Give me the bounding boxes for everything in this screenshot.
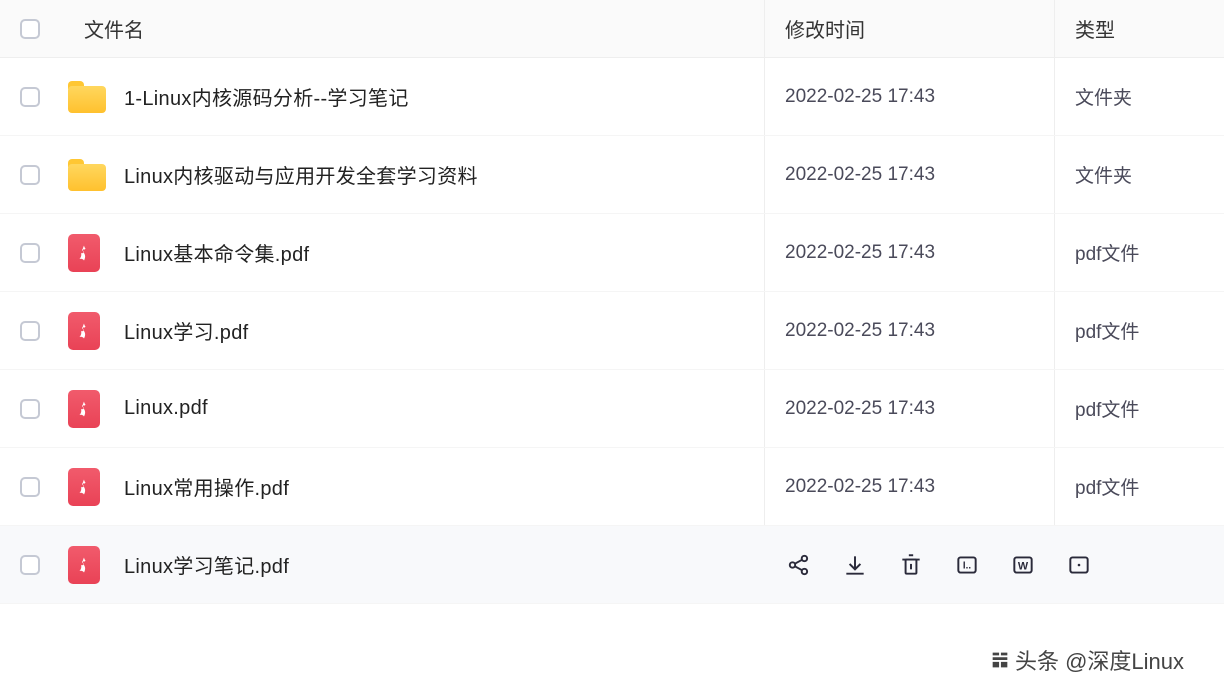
file-name: Linux.pdf [124,397,208,420]
table-row[interactable]: Linux学习.pdf 2022-02-25 17:43 pdf文件 [0,292,1224,370]
row-checkbox-cell [0,165,60,185]
file-name: Linux学习.pdf [124,316,248,345]
file-type: pdf文件 [1075,395,1139,422]
pdf-icon [68,390,100,428]
svg-text:W: W [1018,560,1029,572]
row-checkbox[interactable] [20,399,40,419]
row-checkbox-cell [0,477,60,497]
table-row[interactable]: Linux常用操作.pdf 2022-02-25 17:43 pdf文件 [0,448,1224,526]
file-time: 2022-02-25 17:43 [785,86,935,108]
row-checkbox-cell [0,399,60,419]
row-checkbox[interactable] [20,243,40,263]
file-time-cell: 2022-02-25 17:43 [764,214,1054,291]
row-checkbox[interactable] [20,87,40,107]
table-row[interactable]: 1-Linux内核源码分析--学习笔记 2022-02-25 17:43 文件夹 [0,58,1224,136]
pdf-icon [68,312,100,350]
file-time-cell: 2022-02-25 17:43 [764,58,1054,135]
table-header: 文件名 修改时间 类型 [0,0,1224,58]
table-row[interactable]: Linux学习笔记.pdf I.. W [0,526,1224,604]
file-name-cell[interactable]: Linux学习笔记.pdf [60,546,764,584]
file-type-cell: 文件夹 [1054,136,1224,213]
open-doc-icon[interactable]: W [1010,552,1036,578]
select-all-cell [0,19,60,39]
file-time-cell: 2022-02-25 17:43 [764,136,1054,213]
file-name-cell[interactable]: Linux学习.pdf [60,312,764,350]
watermark-text: 头条 @深度Linux [1015,644,1184,676]
pdf-icon [68,546,100,584]
row-checkbox-cell [0,87,60,107]
table-row[interactable]: Linux内核驱动与应用开发全套学习资料 2022-02-25 17:43 文件… [0,136,1224,214]
row-checkbox[interactable] [20,477,40,497]
file-type-cell: 文件夹 [1054,58,1224,135]
file-name-cell[interactable]: Linux常用操作.pdf [60,468,764,506]
file-name: Linux内核驱动与应用开发全套学习资料 [124,160,478,189]
file-type-cell: pdf文件 [1054,370,1224,447]
file-icon-wrap [68,390,116,428]
row-checkbox-cell [0,243,60,263]
file-time: 2022-02-25 17:43 [785,320,935,342]
pdf-icon [68,234,100,272]
delete-icon[interactable] [898,552,924,578]
column-header-type[interactable]: 类型 [1054,0,1224,57]
file-icon-wrap [68,546,116,584]
file-name-cell[interactable]: Linux.pdf [60,390,764,428]
file-icon-wrap [68,81,116,113]
file-type-cell: pdf文件 [1054,448,1224,525]
more-icon[interactable] [1066,552,1092,578]
watermark-icon [989,649,1011,671]
rename-icon[interactable]: I.. [954,552,980,578]
file-time-cell: 2022-02-25 17:43 [764,370,1054,447]
file-table: 文件名 修改时间 类型 1-Linux内核源码分析--学习笔记 2022-02-… [0,0,1224,604]
file-time-cell: 2022-02-25 17:43 [764,292,1054,369]
column-header-name[interactable]: 文件名 [60,14,764,43]
select-all-checkbox[interactable] [20,19,40,39]
file-name: Linux学习笔记.pdf [124,550,289,579]
file-icon-wrap [68,468,116,506]
folder-icon [68,159,106,191]
file-name: Linux常用操作.pdf [124,472,289,501]
header-type-label: 类型 [1075,14,1115,43]
file-type: pdf文件 [1075,473,1139,500]
file-icon-wrap [68,159,116,191]
file-type-cell: pdf文件 [1054,292,1224,369]
column-header-time[interactable]: 修改时间 [764,0,1054,57]
watermark: 头条 @深度Linux [989,644,1184,676]
file-type-cell: pdf文件 [1054,214,1224,291]
row-actions: I.. W [764,526,1224,603]
file-time: 2022-02-25 17:43 [785,398,935,420]
table-row[interactable]: Linux基本命令集.pdf 2022-02-25 17:43 pdf文件 [0,214,1224,292]
row-checkbox[interactable] [20,165,40,185]
file-icon-wrap [68,234,116,272]
file-type: pdf文件 [1075,317,1139,344]
svg-text:I..: I.. [963,560,971,571]
table-row[interactable]: Linux.pdf 2022-02-25 17:43 pdf文件 [0,370,1224,448]
file-name-cell[interactable]: 1-Linux内核源码分析--学习笔记 [60,81,764,113]
download-icon[interactable] [842,552,868,578]
file-time-cell: 2022-02-25 17:43 [764,448,1054,525]
file-type: 文件夹 [1075,161,1132,188]
file-type: pdf文件 [1075,239,1139,266]
pdf-icon [68,468,100,506]
file-time: 2022-02-25 17:43 [785,164,935,186]
file-name-cell[interactable]: Linux基本命令集.pdf [60,234,764,272]
row-checkbox-cell [0,555,60,575]
file-time: 2022-02-25 17:43 [785,242,935,264]
file-type: 文件夹 [1075,83,1132,110]
row-checkbox-cell [0,321,60,341]
folder-icon [68,81,106,113]
file-name: 1-Linux内核源码分析--学习笔记 [124,82,409,111]
row-checkbox[interactable] [20,555,40,575]
header-time-label: 修改时间 [785,14,865,43]
share-icon[interactable] [786,552,812,578]
file-icon-wrap [68,312,116,350]
row-checkbox[interactable] [20,321,40,341]
file-name: Linux基本命令集.pdf [124,238,309,267]
header-name-label: 文件名 [68,14,144,43]
file-name-cell[interactable]: Linux内核驱动与应用开发全套学习资料 [60,159,764,191]
file-time: 2022-02-25 17:43 [785,476,935,498]
